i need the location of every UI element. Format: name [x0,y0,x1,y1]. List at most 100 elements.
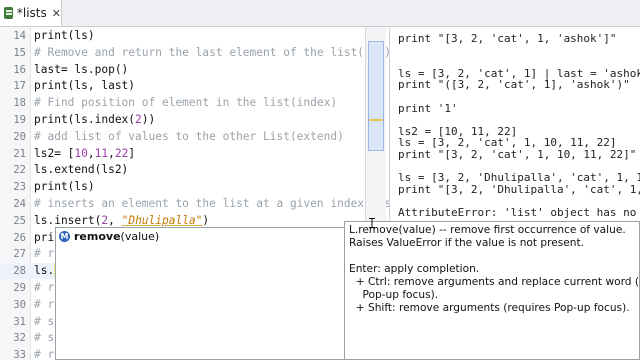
code-text: print(ls, last) [34,78,135,94]
code-line[interactable]: 22 ls.extend(ls2) [0,162,390,178]
code-token: print(ls) [34,180,95,194]
code-comment: # inserts an element to the list at a gi… [34,197,412,210]
ruler-warning-marker[interactable] [369,119,383,121]
code-line[interactable]: 18 # Find position of element in the list… [0,95,390,111]
line-number: 27 [13,248,26,261]
tab-label: *lists [16,6,47,20]
code-completion-popup[interactable]: M remove(value) [55,227,345,360]
code-text: ls.extend(ls2) [34,162,128,178]
code-text: # r [34,347,54,363]
method-icon: M [59,230,70,242]
line-number: 29 [13,282,26,294]
code-token: print(ls) [34,29,95,42]
completion-name: remove [74,229,121,243]
code-token: , [87,146,95,160]
python-file-icon [4,7,13,19]
code-token: ) [202,213,210,227]
line-number: 17 [13,80,26,93]
code-number: 22 [114,146,129,160]
code-comment: # s [34,331,55,345]
code-comment: # Remove and return the last element of … [34,45,391,59]
code-token: ls2= [ [34,146,75,160]
code-text: # s [34,314,54,330]
line-number: 22 [13,164,26,177]
code-text: # Remove and return the last element of … [34,45,391,61]
code-line[interactable]: 14 print(ls) [0,28,390,44]
line-number: 14 [13,30,26,42]
console-line: print '1' [398,101,458,115]
code-token: ls.insert( [34,213,102,227]
mouse-cursor-icon [369,218,375,228]
code-token: ls. [34,264,55,278]
code-line[interactable]: 15 # Remove and return the last element o… [0,45,391,61]
doc-line: + Shift: remove arguments (requires Pop-… [349,302,630,314]
console-line: print "([3, 2, 'cat', 1], 'ashok')" [398,78,630,92]
completion-args: (value) [120,229,160,243]
code-text: # r [34,280,54,296]
code-text: ls2= [10,11,22] [34,146,135,162]
code-text: last= ls.pop() [34,62,128,78]
code-token: )) [141,113,156,126]
line-number: 33 [13,349,26,362]
tab-lists[interactable]: *lists ✕ [0,0,62,26]
console-line: print "[3, 2, 'cat', 1, 10, 11, 22]" [398,148,637,161]
code-token: print(ls.index( [34,113,136,126]
code-line[interactable]: 21 ls2= [10,11,22] [0,146,390,162]
code-text: # s [34,330,54,346]
code-line[interactable]: 17 print(ls, last) [0,78,390,94]
completion-doc-popup: L.remove(value) -- remove first occurren… [344,221,640,360]
code-line[interactable]: 19 print(ls.index(2)) [0,112,390,128]
code-line[interactable]: 16 last= ls.pop() [0,62,390,78]
code-line[interactable]: 20 # add list of values to the other List… [0,129,390,145]
console-line: AttributeError: 'list' object has no a [398,206,640,219]
line-number: 23 [13,181,26,194]
code-token: print(ls, last) [34,79,136,93]
code-comment: # r [34,348,55,362]
line-number: 32 [13,332,26,345]
code-text: print(ls) [34,179,95,195]
line-number: 15 [13,46,26,59]
code-text: print(ls) [34,28,95,44]
line-number: 30 [13,298,26,311]
line-number: 28 [13,265,26,278]
code-token: ls.extend(ls2) [34,163,129,177]
line-number: 19 [13,114,26,126]
code-token: , [108,213,122,227]
code-text: # inserts an element to the list at a gi… [34,196,411,212]
line-number: 21 [13,147,26,160]
code-token: ] [128,146,136,160]
code-comment: # s [34,314,55,328]
code-text: # Find position of element in the list(i… [34,95,337,111]
doc-line: Enter: apply completion. [349,263,480,275]
close-icon[interactable]: ✕ [52,7,61,20]
line-number: 31 [13,315,26,328]
doc-line: + Ctrl: remove arguments and replace cur… [349,276,640,288]
console-line: print "[3, 2, 'cat', 1, 'ashok']" [398,32,617,45]
line-number: 20 [13,130,26,143]
code-number: 11 [94,146,109,160]
code-text: print(ls.index(2)) [34,112,155,128]
code-text: # add list of values to the other List(e… [34,129,344,145]
doc-line: Pop-up focus). [349,289,439,301]
doc-line: L.remove(value) -- remove first occurren… [349,224,626,236]
code-string: "Dhulipalla" [121,213,203,227]
code-comment: # r [34,297,55,311]
ruler-visible-region[interactable] [368,41,384,151]
code-number: 10 [74,146,88,160]
line-number: 18 [13,97,26,110]
code-token: , [108,146,115,160]
code-comment: # Find position of element in the list(i… [34,96,338,110]
line-number: 24 [13,198,26,210]
code-line[interactable]: 23 print(ls) [0,179,390,195]
completion-item-remove[interactable]: M remove(value) [57,229,343,243]
code-line[interactable]: 24 # inserts an element to the list at a … [0,196,411,212]
code-text: # r [34,297,54,313]
console-line: print "[3, 2, 'Dhulipalla', 'cat', 1, 1 [398,182,640,196]
doc-line: Raises ValueError if the value is not pr… [349,237,585,249]
line-number: 16 [13,63,26,76]
completion-label: remove(value) [74,230,159,243]
line-number: 26 [13,231,26,244]
line-number: 25 [13,214,26,227]
code-comment: # add list of values to the other List(e… [34,129,344,143]
code-number: 2 [135,113,142,126]
